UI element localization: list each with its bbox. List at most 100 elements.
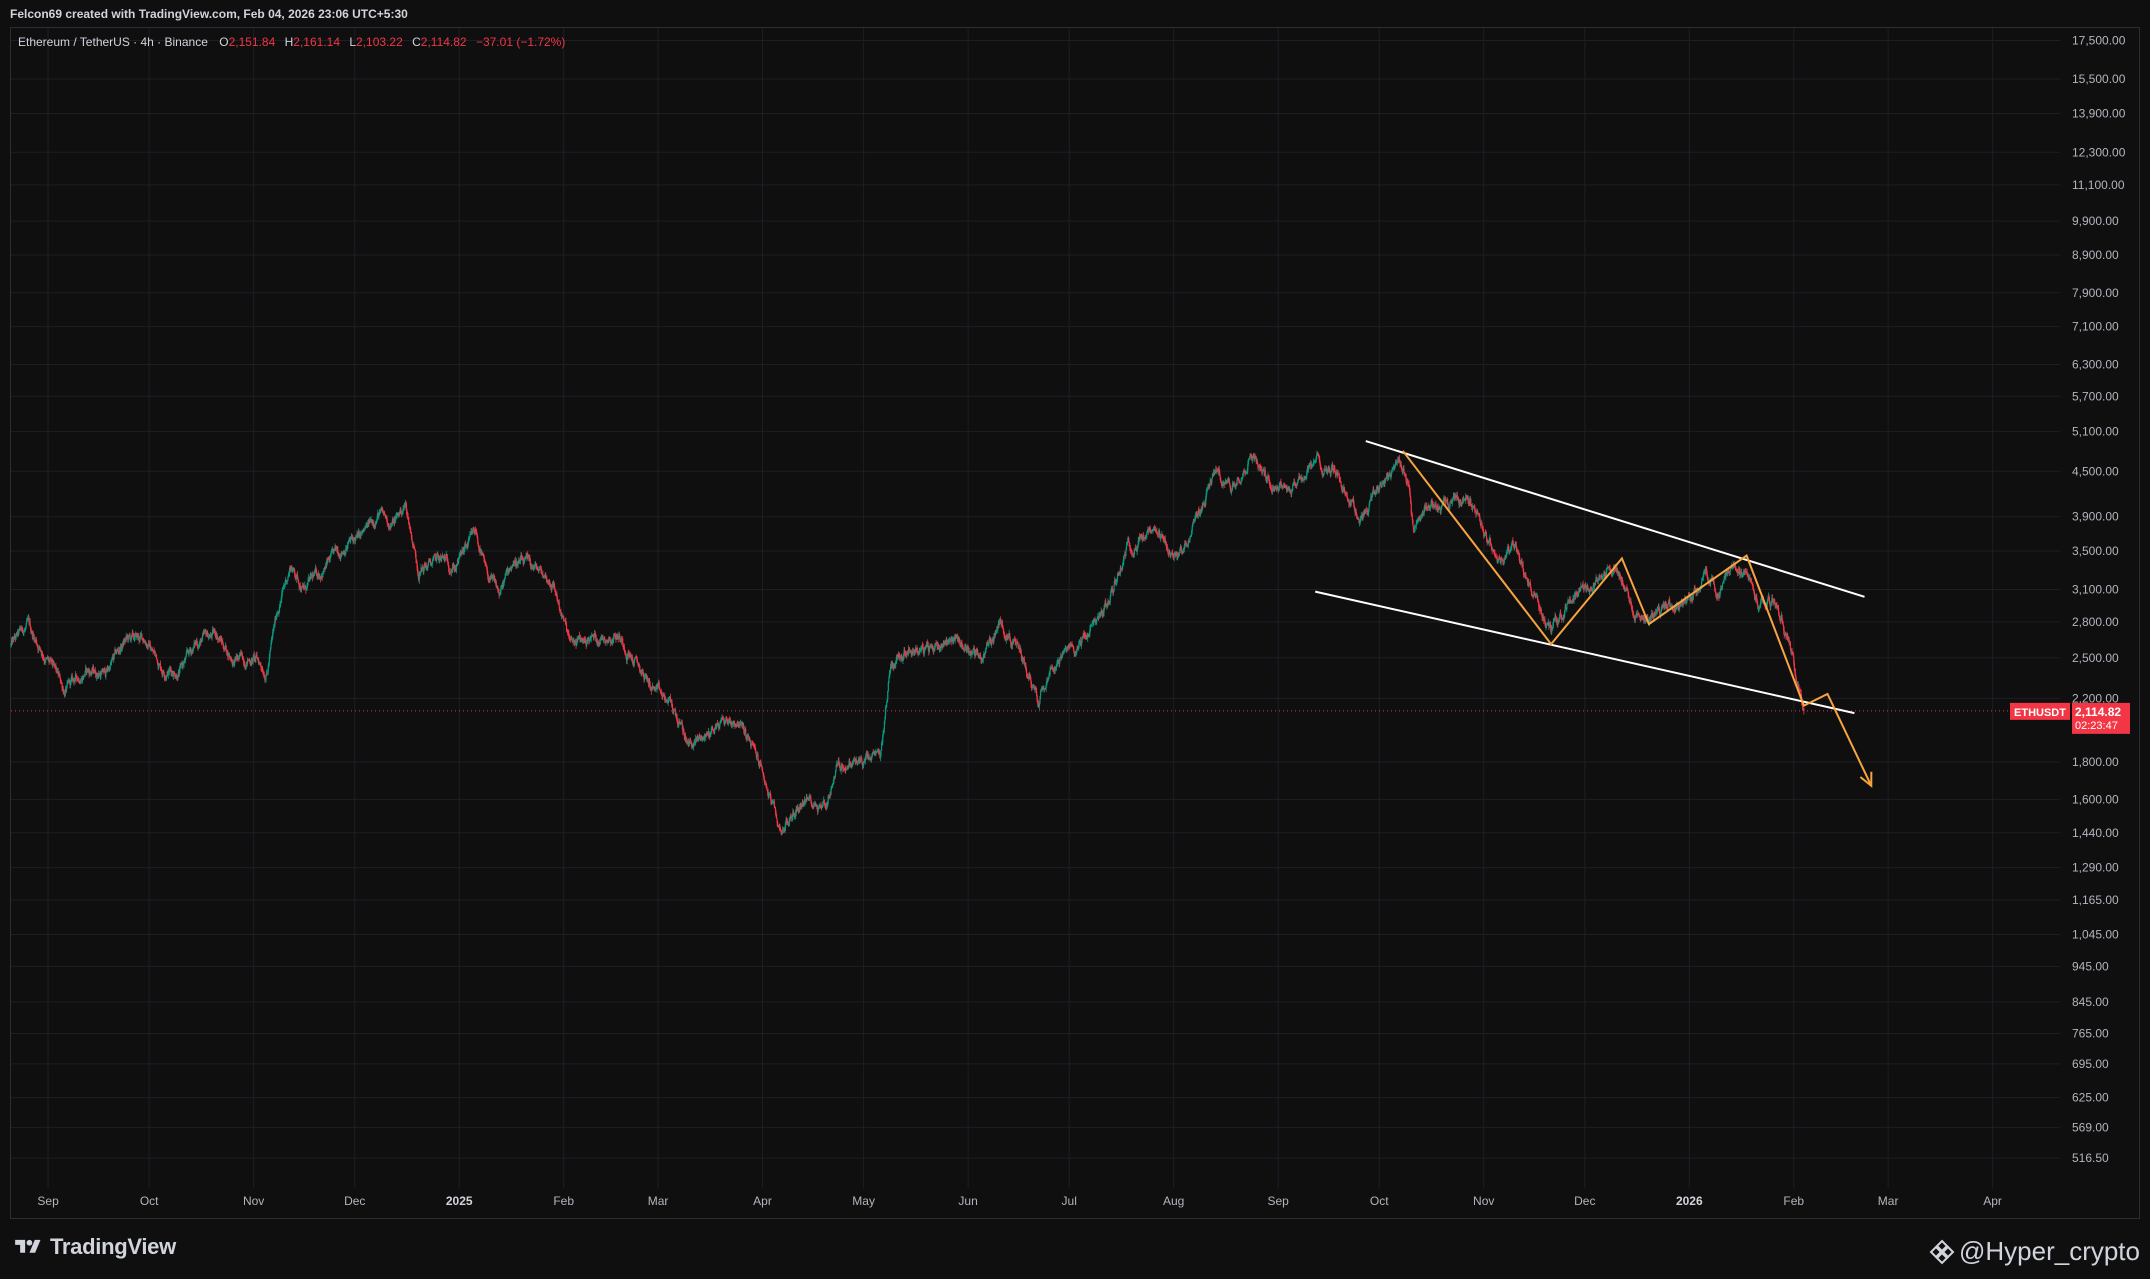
candle-body (437, 555, 440, 557)
candle-body (599, 639, 601, 645)
candle-body (1129, 548, 1132, 551)
candle-body (54, 663, 56, 666)
candles (10, 450, 1805, 836)
candle-body (737, 721, 739, 725)
candle-body (469, 534, 471, 538)
candle-body (1396, 461, 1398, 463)
candle-body (386, 520, 388, 524)
candle-body (75, 674, 77, 676)
candle-body (206, 632, 209, 637)
candle-body (185, 652, 187, 657)
candle-body (865, 754, 867, 758)
candle-body (636, 659, 638, 663)
candle-body (158, 666, 160, 669)
candle-body (1332, 465, 1334, 469)
candle-body (988, 641, 990, 645)
candle-body (25, 623, 27, 628)
candle-body (104, 667, 106, 673)
candle-body (886, 702, 888, 707)
candle-body (937, 643, 939, 648)
candle-body (784, 822, 787, 828)
candle-body (155, 653, 157, 655)
candle-body (303, 586, 305, 589)
candle-body (1391, 470, 1393, 472)
candle-body (1000, 619, 1002, 623)
candle-body (1330, 472, 1332, 476)
candle-body (495, 582, 497, 588)
candle-body (887, 690, 889, 700)
candle-body (431, 562, 433, 565)
candle-body (100, 674, 102, 678)
candle-body (745, 729, 747, 735)
grid-lines (11, 28, 2060, 1188)
candle-body (766, 787, 768, 790)
candle-body (517, 563, 519, 565)
price-chart[interactable]: 17,500.0015,500.0013,900.0012,300.0011,1… (0, 0, 2150, 1279)
candle-body (445, 555, 447, 560)
candle-body (59, 678, 62, 682)
candle-body (1236, 479, 1238, 485)
candle-body (590, 636, 592, 639)
candle-body (39, 646, 41, 648)
candle-body (156, 658, 158, 660)
candle-body (761, 768, 764, 773)
candle-body (997, 627, 999, 630)
candle-body (775, 814, 778, 819)
candle-body (782, 828, 784, 834)
candle-body (225, 645, 227, 650)
candle-body (735, 724, 737, 726)
candle-body (823, 799, 825, 804)
candle-body (1278, 486, 1280, 490)
candle-body (1146, 533, 1148, 538)
candle-body (477, 543, 479, 547)
candle-body (411, 538, 413, 542)
candle-body (1125, 550, 1127, 557)
candle-body (1047, 678, 1050, 681)
candle-body (928, 648, 930, 652)
candle-body (23, 632, 25, 633)
candle-body (159, 663, 162, 668)
candle-body (330, 552, 332, 556)
candle-body (1257, 464, 1259, 467)
candle-body (559, 607, 561, 611)
candle-body (185, 656, 187, 660)
candle-body (558, 602, 560, 608)
candle-body (49, 659, 51, 662)
candle-body (1273, 487, 1275, 489)
candle-body (608, 639, 610, 642)
candle-body (382, 510, 384, 513)
candle-body (297, 579, 300, 584)
candle-body (322, 573, 324, 578)
candle-body (273, 625, 275, 631)
candle-body (301, 586, 303, 589)
candle-body (1113, 584, 1115, 590)
candle-body (719, 723, 721, 727)
candle-body (888, 678, 890, 683)
candle-body (763, 776, 765, 780)
candle-body (1178, 553, 1180, 556)
candle-body (880, 750, 882, 755)
candle-body (373, 522, 375, 525)
candle-body (269, 651, 271, 657)
candle-body (41, 653, 44, 656)
candle-body (684, 735, 687, 740)
candle-body (294, 574, 296, 578)
candle-body (861, 759, 863, 763)
candle-body (1023, 658, 1025, 664)
candle-body (137, 635, 140, 639)
candle-body (100, 672, 103, 675)
candle-body (187, 650, 189, 652)
candle-body (1228, 478, 1230, 483)
candle-body (1350, 501, 1352, 506)
candle-body (1133, 549, 1135, 555)
candle-body (1125, 545, 1128, 551)
candle-body (141, 633, 143, 639)
candle-body (105, 671, 107, 677)
candle-body (810, 796, 812, 801)
candle-body (897, 657, 899, 659)
candle-body (1307, 467, 1310, 470)
candle-body (1048, 674, 1050, 679)
candle-body (415, 554, 417, 560)
candle-body (545, 574, 547, 578)
candle-body (1167, 549, 1169, 554)
